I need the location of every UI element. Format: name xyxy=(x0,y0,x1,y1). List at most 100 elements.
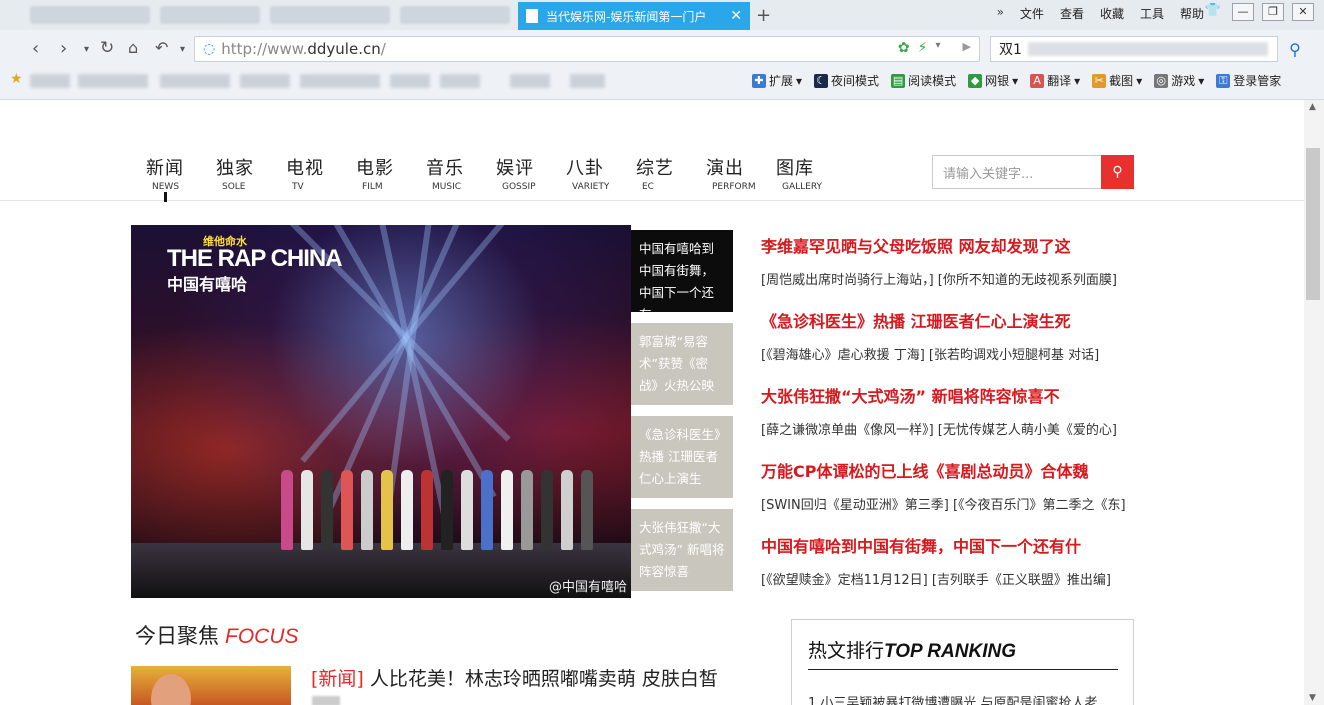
headline-related[interactable]: [《欲望赎金》定档11月12日] [吉列联手《正义联盟》推出编] xyxy=(761,555,1141,608)
bookmark-blurred[interactable] xyxy=(160,74,230,88)
bookmark-blurred[interactable] xyxy=(570,74,605,88)
scrollbar-thumb[interactable] xyxy=(1306,148,1320,300)
tool-extensions[interactable]: ✚ 扩展 ▾ xyxy=(752,72,802,89)
refresh-icon[interactable]: ↻ xyxy=(100,38,114,58)
star-icon[interactable]: ★ xyxy=(10,71,23,87)
search-blurred-text xyxy=(1027,42,1268,56)
nav-film[interactable]: 电影 FILM xyxy=(356,154,426,192)
focus-news-link[interactable]: [新闻] 人比花美！林志玲晒照嘟嘴卖萌 皮肤白皙 xyxy=(311,664,718,691)
tab-blurred[interactable] xyxy=(30,6,150,24)
back-icon[interactable]: ‹ xyxy=(32,38,39,59)
nav-music[interactable]: 音乐 MUSIC xyxy=(426,154,496,192)
nav-ec[interactable]: 综艺 EC xyxy=(636,154,706,192)
headline-related[interactable]: [《碧海雄心》虐心救援 丁海] [张若昀调戏小短腿柯基 对话] xyxy=(761,330,1141,383)
bookmark-blurred[interactable] xyxy=(240,74,290,88)
security-icon[interactable]: ✿ xyxy=(898,40,910,56)
key-icon: ⚿ xyxy=(1216,73,1231,88)
minimize-button[interactable]: — xyxy=(1232,3,1254,21)
menu-favorites[interactable]: 收藏 xyxy=(1100,5,1124,22)
performer xyxy=(341,470,353,550)
navigation-bar: ‹ › ▾ ↻ ⌂ ↶ ▾ ◌ http://www.ddyule.cn/ ✿ … xyxy=(0,32,1324,66)
new-tab-button[interactable]: + xyxy=(756,5,771,26)
hero-tab-3[interactable]: 《急诊科医生》热播 江珊医者仁心上演生 xyxy=(631,416,733,498)
headline-title[interactable]: 万能CP体谭松的已上线《喜剧总动员》合体魏 xyxy=(761,458,1141,481)
chevron-right-icon[interactable]: » xyxy=(997,5,1004,22)
globe-icon: ◌ xyxy=(203,41,216,57)
undo-dropdown-icon[interactable]: ▾ xyxy=(180,44,185,55)
browser-chrome: 当代娱乐网-娱乐新闻第一门户 ✕ + » 文件 查看 收藏 工具 帮助 👕 — … xyxy=(0,0,1324,100)
hero-tab-2[interactable]: 郭富城“易容术”获赞《密战》火热公映 xyxy=(631,323,733,405)
nav-tv[interactable]: 电视 TV xyxy=(286,154,356,192)
home-icon[interactable]: ⌂ xyxy=(128,38,138,57)
scrollbar[interactable]: ▲ ▼ xyxy=(1304,100,1324,705)
ranking-item[interactable]: 1 小三吴颖被暴打微博遭曝光 与原配是闺蜜抢人老 xyxy=(808,692,1117,705)
gamepad-icon: ◎ xyxy=(1154,73,1169,88)
headline-title[interactable]: 大张伟狂撒“大式鸡汤” 新唱将阵容惊喜不 xyxy=(761,383,1141,406)
bookmark-bar: ★ ✚ 扩展 ▾ ☾ 夜间模式 ▤ 阅读模式 ◆ 网银 ▾ A 翻译 ▾ ✂ 截图 ▾ ◎ 游… xyxy=(0,68,1324,92)
tool-login-manager[interactable]: ⚿ 登录管家 xyxy=(1216,72,1281,89)
ranking-title: 热文排行TOP RANKING xyxy=(808,636,1118,670)
nav-perform[interactable]: 演出 PERFORM xyxy=(706,154,776,192)
undo-icon[interactable]: ↶ xyxy=(155,38,168,57)
address-dropdown-icon[interactable]: ▾ xyxy=(936,40,941,56)
url-text[interactable]: http://www.ddyule.cn/ xyxy=(221,40,386,58)
tool-translate[interactable]: A 翻译 ▾ xyxy=(1030,72,1080,89)
skin-icon[interactable]: 👕 xyxy=(1202,3,1224,21)
toolbar-tools: ✚ 扩展 ▾ ☾ 夜间模式 ▤ 阅读模式 ◆ 网银 ▾ A 翻译 ▾ ✂ 截图 ▾ ◎ 游戏 … xyxy=(752,72,1281,89)
go-icon[interactable]: ▶ xyxy=(963,40,971,56)
nav-sole[interactable]: 独家 SOLE xyxy=(216,154,286,192)
bookmark-blurred[interactable] xyxy=(440,74,480,88)
maximize-button[interactable]: ❐ xyxy=(1262,3,1284,21)
scroll-up-icon[interactable]: ▲ xyxy=(1309,102,1316,112)
performer xyxy=(541,470,553,550)
menu-file[interactable]: 文件 xyxy=(1020,5,1044,22)
close-icon[interactable]: ✕ xyxy=(730,8,742,24)
nav-gossip[interactable]: 娱评 GOSSIP xyxy=(496,154,566,192)
menu-help[interactable]: 帮助 xyxy=(1180,5,1204,22)
hero-tab-1[interactable]: 中国有嘻哈到中国有街舞，中国下一个还有 xyxy=(631,230,733,312)
top-ranking-panel: 热文排行TOP RANKING 1 小三吴颖被暴打微博遭曝光 与原配是闺蜜抢人老 xyxy=(791,619,1134,705)
headline-title[interactable]: 李维嘉罕见晒与父母吃饭照 网友却发现了这 xyxy=(761,233,1141,256)
tab-blurred[interactable] xyxy=(160,6,260,24)
performer xyxy=(321,470,333,550)
bookmark-blurred[interactable] xyxy=(510,74,550,88)
close-window-button[interactable]: ✕ xyxy=(1292,3,1314,21)
menu-view[interactable]: 查看 xyxy=(1060,5,1084,22)
search-box[interactable]: 双1 xyxy=(990,36,1278,62)
menu-tools[interactable]: 工具 xyxy=(1140,5,1164,22)
tool-games[interactable]: ◎ 游戏 ▾ xyxy=(1154,72,1204,89)
tab-blurred[interactable] xyxy=(400,6,510,24)
address-bar[interactable]: ◌ http://www.ddyule.cn/ ✿ ⚡ ▾ ▶ xyxy=(194,36,980,62)
tab-active[interactable]: 当代娱乐网-娱乐新闻第一门户 ✕ xyxy=(518,2,750,30)
headline-title[interactable]: 《急诊科医生》热播 江珊医者仁心上演生死 xyxy=(761,308,1141,331)
nav-news[interactable]: 新闻 NEWS xyxy=(146,154,216,192)
speed-icon[interactable]: ⚡ xyxy=(918,40,928,56)
tool-screenshot[interactable]: ✂ 截图 ▾ xyxy=(1092,72,1142,89)
hero-image[interactable]: 维他命水 THE RAP CHINA 中国有嘻哈 @中国有嘻哈 xyxy=(131,225,631,598)
history-dropdown-icon[interactable]: ▾ xyxy=(84,44,89,55)
performer xyxy=(461,470,473,550)
headline-related[interactable]: [周恺威出席时尚骑行上海站，] [你所不知道的无歧视系列面膜] xyxy=(761,255,1141,308)
book-icon: ▤ xyxy=(891,73,906,88)
forward-icon[interactable]: › xyxy=(60,38,67,59)
site-search-input[interactable]: 请输入关键字... xyxy=(932,155,1102,189)
nav-gallery[interactable]: 图库 GALLERY xyxy=(776,154,846,192)
bookmark-blurred[interactable] xyxy=(300,74,380,88)
search-icon[interactable]: ⚲ xyxy=(1101,155,1134,189)
bookmark-blurred[interactable] xyxy=(78,74,148,88)
focus-news-thumbnail[interactable] xyxy=(131,666,291,705)
bookmark-blurred[interactable] xyxy=(390,74,430,88)
headline-list: 李维嘉罕见晒与父母吃饭照 网友却发现了这 [周恺威出席时尚骑行上海站，] [你所… xyxy=(761,233,1141,608)
hero-tab-4[interactable]: 大张伟狂撒“大式鸡汤” 新唱将阵容惊喜 xyxy=(631,509,733,591)
headline-related[interactable]: [薛之谦微凉单曲《像风一样》] [无忧传媒艺人萌小美《爱的心] xyxy=(761,405,1141,458)
search-icon[interactable]: ⚲ xyxy=(1280,36,1310,62)
tool-night-mode[interactable]: ☾ 夜间模式 xyxy=(814,72,879,89)
scroll-down-icon[interactable]: ▼ xyxy=(1309,693,1316,703)
headline-title[interactable]: 中国有嘻哈到中国有街舞，中国下一个还有什 xyxy=(761,533,1141,556)
headline-related[interactable]: [SWIN回归《星动亚洲》第三季] [《今夜百乐门》第二季之《东] xyxy=(761,480,1141,533)
tool-bank[interactable]: ◆ 网银 ▾ xyxy=(968,72,1018,89)
tool-reading-mode[interactable]: ▤ 阅读模式 xyxy=(891,72,956,89)
nav-variety[interactable]: 八卦 VARIETY xyxy=(566,154,636,192)
tab-blurred[interactable] xyxy=(270,6,390,24)
bookmark-blurred[interactable] xyxy=(30,74,70,88)
